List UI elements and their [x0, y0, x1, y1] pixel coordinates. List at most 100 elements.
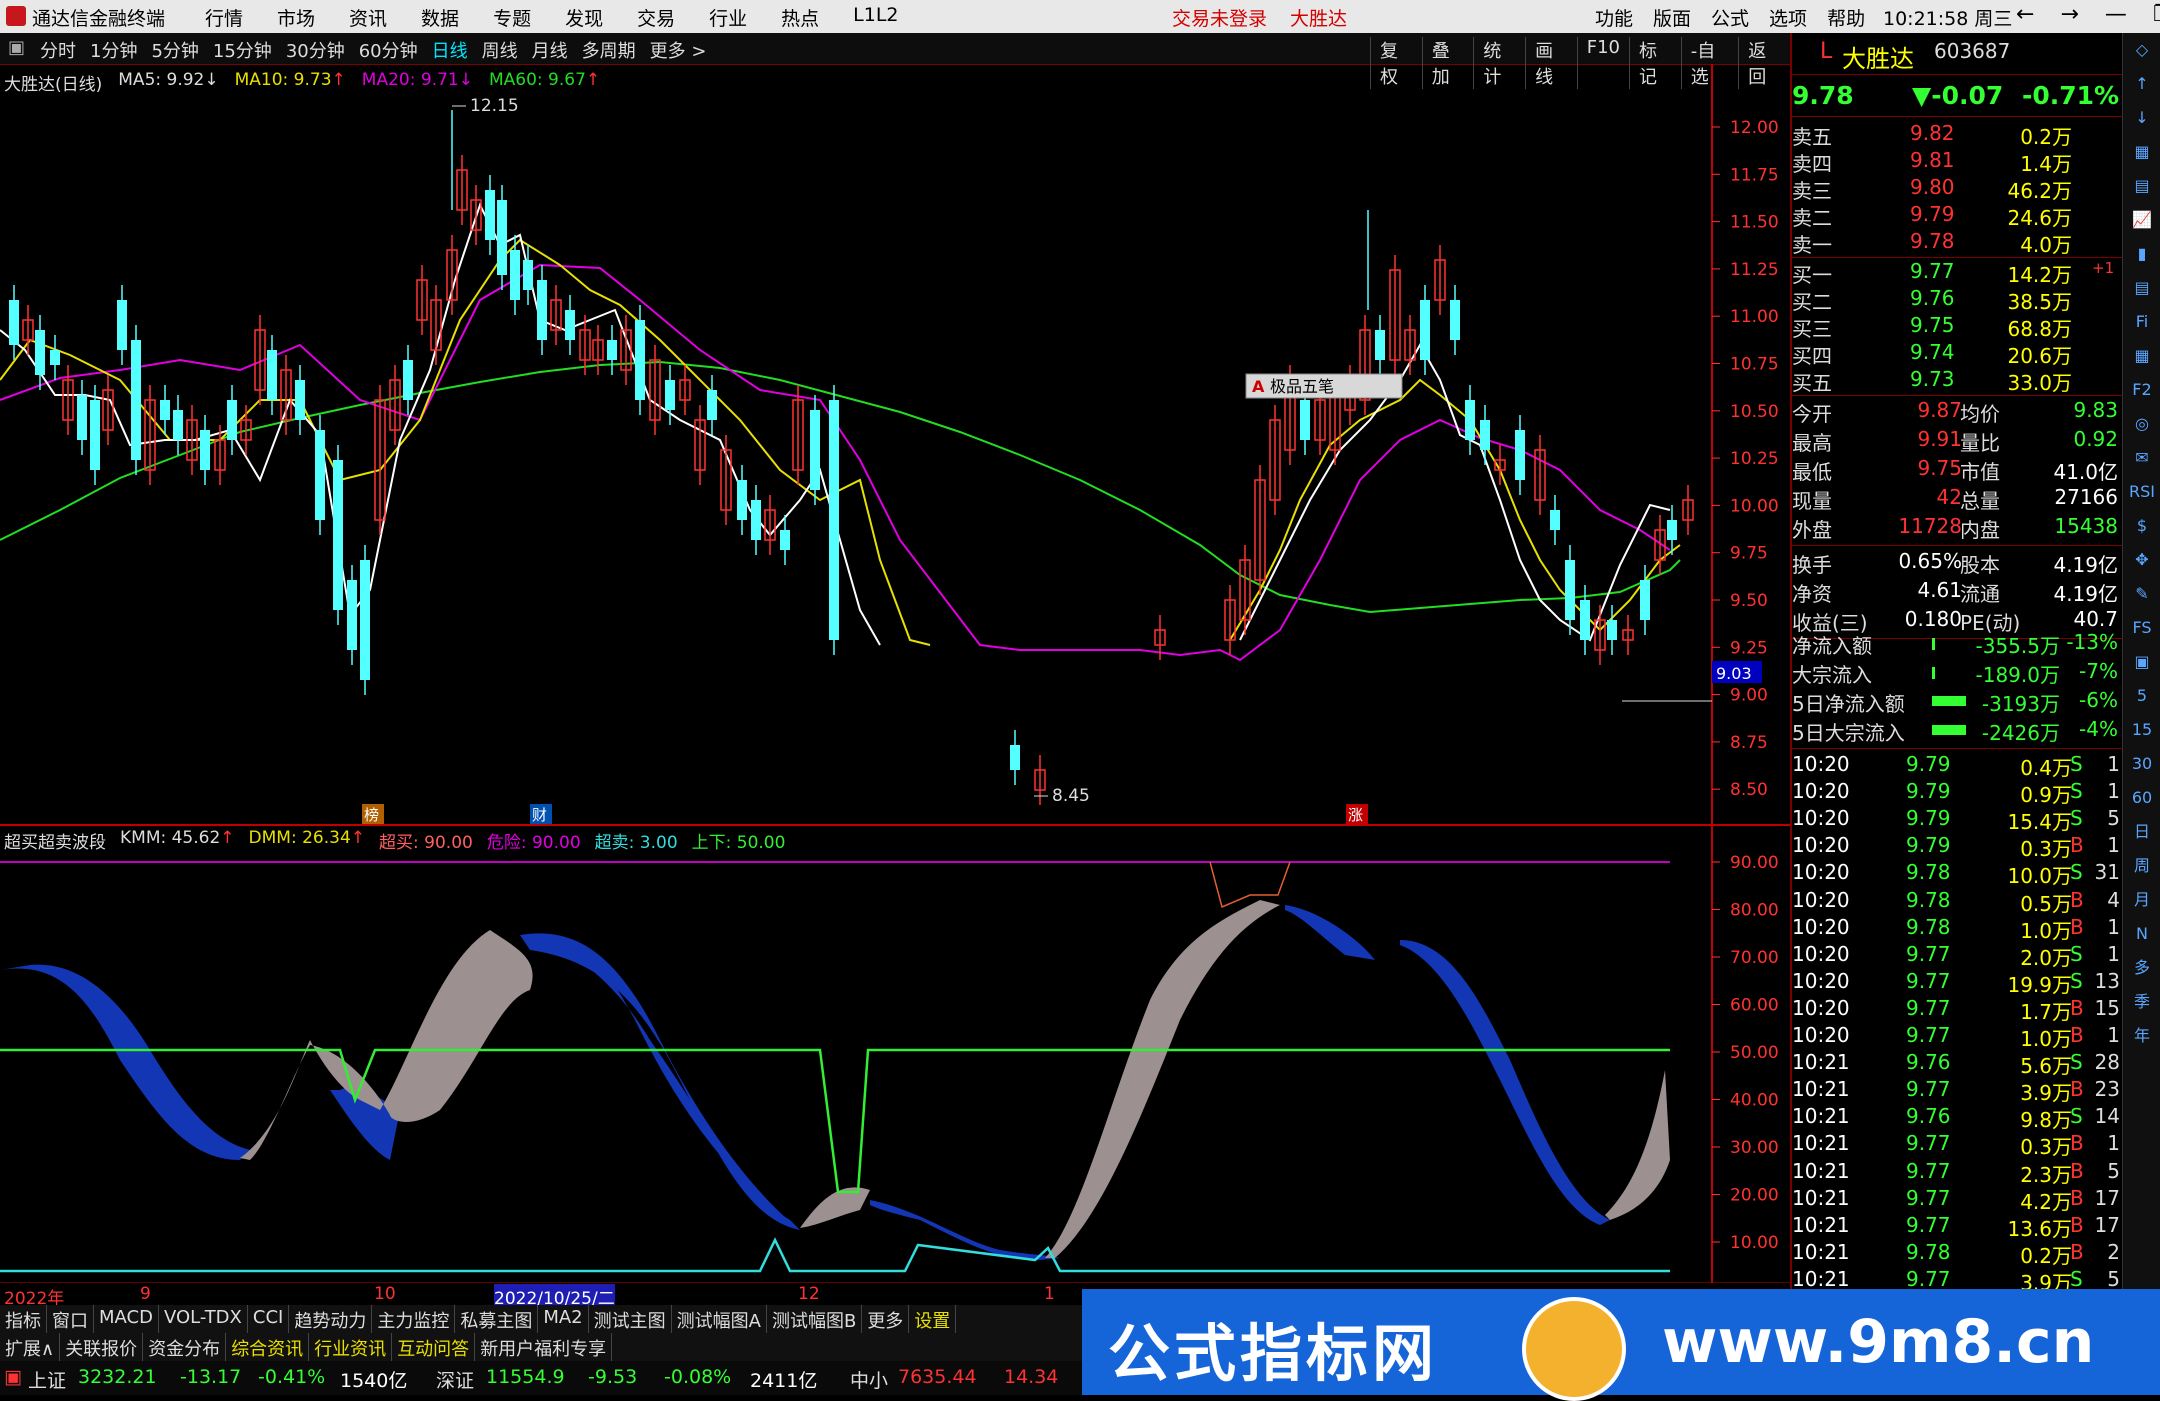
sidebar-tool-icon[interactable]: ▦ [2123, 339, 2160, 373]
period-tab[interactable]: 多周期 [582, 37, 636, 63]
period-tab[interactable]: 30分钟 [286, 37, 345, 63]
sidebar-tool-icon[interactable]: Fi [2123, 305, 2160, 339]
menu-item[interactable]: 交易 [637, 4, 675, 31]
menu-item[interactable]: 资讯 [349, 4, 387, 31]
sidebar-tool-icon[interactable]: ▤ [2123, 271, 2160, 305]
candle-body-down [1010, 745, 1020, 770]
orderbook-row[interactable]: 买一 9.77 14.2万 +1 [1792, 259, 2122, 287]
sidebar-tool-icon[interactable]: ✎ [2123, 577, 2160, 611]
kline-chart-area[interactable]: 12.00 11.75 11.50 11.25 11.00 10.75 10.50 10.25… [0, 64, 1790, 1283]
orderbook-row[interactable]: 卖四 9.81 1.4万 [1792, 148, 2122, 176]
menu-item[interactable]: 行业 [709, 4, 747, 31]
period-tab[interactable]: 5分钟 [151, 37, 198, 63]
toggle-panel-icon[interactable]: ▣ [8, 37, 25, 58]
menu-item[interactable]: 发现 [565, 4, 603, 31]
sidebar-tool-icon[interactable]: 30 [2123, 747, 2160, 781]
tab-item[interactable]: MACD [94, 1305, 159, 1333]
tab-item[interactable]: 综合资讯 [226, 1333, 310, 1361]
sidebar-tool-icon[interactable]: ✥ [2123, 543, 2160, 577]
menu-item[interactable]: 数据 [421, 4, 459, 31]
sidebar-tool-icon[interactable]: ◎ [2123, 407, 2160, 441]
menu-item[interactable]: 市场 [277, 4, 315, 31]
orderbook-row[interactable]: 卖五 9.82 0.2万 [1792, 121, 2122, 149]
menu-item[interactable]: 热点 [781, 4, 819, 31]
tab-item[interactable]: 扩展∧ [0, 1333, 61, 1361]
period-tab[interactable]: 月线 [532, 37, 568, 63]
tab-item[interactable]: 测试主图 [589, 1305, 672, 1333]
sidebar-tool-icon[interactable]: ✉ [2123, 441, 2160, 475]
tab-item[interactable]: VOL-TDX [159, 1305, 248, 1333]
tab-item[interactable]: CCI [248, 1305, 290, 1333]
tab-item[interactable]: 指标 [0, 1305, 47, 1333]
price-tick-label: 9.25 [1730, 638, 1768, 658]
sidebar-tool-icon[interactable]: 年 [2123, 1019, 2160, 1053]
stat-row: 最低 9.75 市值 41.0亿 [1792, 456, 2118, 484]
period-tab[interactable]: 更多 > [650, 37, 707, 63]
tab-item[interactable]: 资金分布 [143, 1333, 227, 1361]
tab-item[interactable]: 行业资讯 [309, 1333, 393, 1361]
tab-item[interactable]: 新用户福利专享 [475, 1333, 613, 1361]
orderbook-row[interactable]: 买四 9.74 20.6万 [1792, 340, 2122, 368]
orderbook-row[interactable]: 买二 9.76 38.5万 [1792, 286, 2122, 314]
menu-help[interactable]: 帮助 [1827, 4, 1865, 31]
tab-item[interactable]: MA2 [538, 1305, 589, 1333]
tab-item[interactable]: 趋势动力 [289, 1305, 373, 1333]
sidebar-tool-icon[interactable]: RSI [2123, 475, 2160, 509]
sidebar-tool-icon[interactable]: 季 [2123, 985, 2160, 1019]
sidebar-tool-icon[interactable]: 📈 [2123, 203, 2160, 237]
orderbook-row[interactable]: 卖一 9.78 4.0万 [1792, 229, 2122, 257]
menu-layout[interactable]: 版面 [1653, 4, 1691, 31]
tick-row: 10:20 9.77 1.0万 B 1 [1792, 1023, 2120, 1051]
orderbook-row[interactable]: 卖二 9.79 24.6万 [1792, 202, 2122, 230]
period-tab[interactable]: 分时 [40, 37, 76, 63]
sidebar-tool-icon[interactable]: ◇ [2123, 33, 2160, 67]
sidebar-tool-icon[interactable]: $ [2123, 509, 2160, 543]
orderbook-row[interactable]: 买三 9.75 68.8万 [1792, 313, 2122, 341]
sidebar-tool-icon[interactable]: ↑ [2123, 67, 2160, 101]
sidebar-tool-icon[interactable]: FS [2123, 611, 2160, 645]
period-tab[interactable]: 周线 [482, 37, 518, 63]
tab-item[interactable]: 私募主图 [455, 1305, 539, 1333]
tab-item[interactable]: 更多 [862, 1305, 910, 1333]
menu-item[interactable]: 行情 [205, 4, 243, 31]
sidebar-tool-icon[interactable]: ▦ [2123, 135, 2160, 169]
sidebar-tool-icon[interactable]: ↓ [2123, 101, 2160, 135]
period-tab[interactable]: 1分钟 [90, 37, 137, 63]
menu-options[interactable]: 选项 [1769, 4, 1807, 31]
restore-icon[interactable]: ❐ [2153, 2, 2160, 27]
candle-body-down [267, 350, 277, 400]
orderbook-row[interactable]: 卖三 9.80 46.2万 [1792, 175, 2122, 203]
sidebar-tool-icon[interactable]: 日 [2123, 815, 2160, 849]
period-tab-active[interactable]: 日线 [432, 37, 468, 63]
sidebar-tool-icon[interactable]: 15 [2123, 713, 2160, 747]
sidebar-tool-icon[interactable]: ▮ [2123, 237, 2160, 271]
period-tab[interactable]: 15分钟 [213, 37, 272, 63]
sidebar-tool-icon[interactable]: F2 [2123, 373, 2160, 407]
tab-item[interactable]: 测试幅图B [767, 1305, 863, 1333]
tab-item[interactable]: 设置 [909, 1305, 957, 1333]
sidebar-tool-icon[interactable]: N [2123, 917, 2160, 951]
tab-item[interactable]: 主力监控 [372, 1305, 456, 1333]
menu-item[interactable]: 专题 [493, 4, 531, 31]
tab-item[interactable]: 关联报价 [60, 1333, 144, 1361]
menu-function[interactable]: 功能 [1595, 4, 1633, 31]
sidebar-tool-icon[interactable]: 60 [2123, 781, 2160, 815]
tab-item[interactable]: 窗口 [47, 1305, 94, 1333]
sidebar-tool-icon[interactable]: 周 [2123, 849, 2160, 883]
sidebar-tool-icon[interactable]: 多 [2123, 951, 2160, 985]
sidebar-tool-icon[interactable]: 月 [2123, 883, 2160, 917]
minimize-icon[interactable]: — [2105, 2, 2127, 27]
tab-item[interactable]: 测试幅图A [672, 1305, 767, 1333]
menu-item[interactable]: L1L2 [853, 4, 898, 31]
login-warning[interactable]: 交易未登录 [1172, 4, 1267, 31]
forward-icon[interactable]: → [2060, 2, 2078, 27]
candle-body-down [635, 320, 645, 400]
sidebar-tool-icon[interactable]: ▣ [2123, 645, 2160, 679]
tab-item[interactable]: 互动问答 [392, 1333, 476, 1361]
period-tab[interactable]: 60分钟 [359, 37, 418, 63]
orderbook-row[interactable]: 买五 9.73 33.0万 [1792, 367, 2122, 395]
sidebar-tool-icon[interactable]: 5 [2123, 679, 2160, 713]
sidebar-tool-icon[interactable]: ▤ [2123, 169, 2160, 203]
menu-formula[interactable]: 公式 [1711, 4, 1749, 31]
back-icon[interactable]: ← [2016, 2, 2034, 27]
